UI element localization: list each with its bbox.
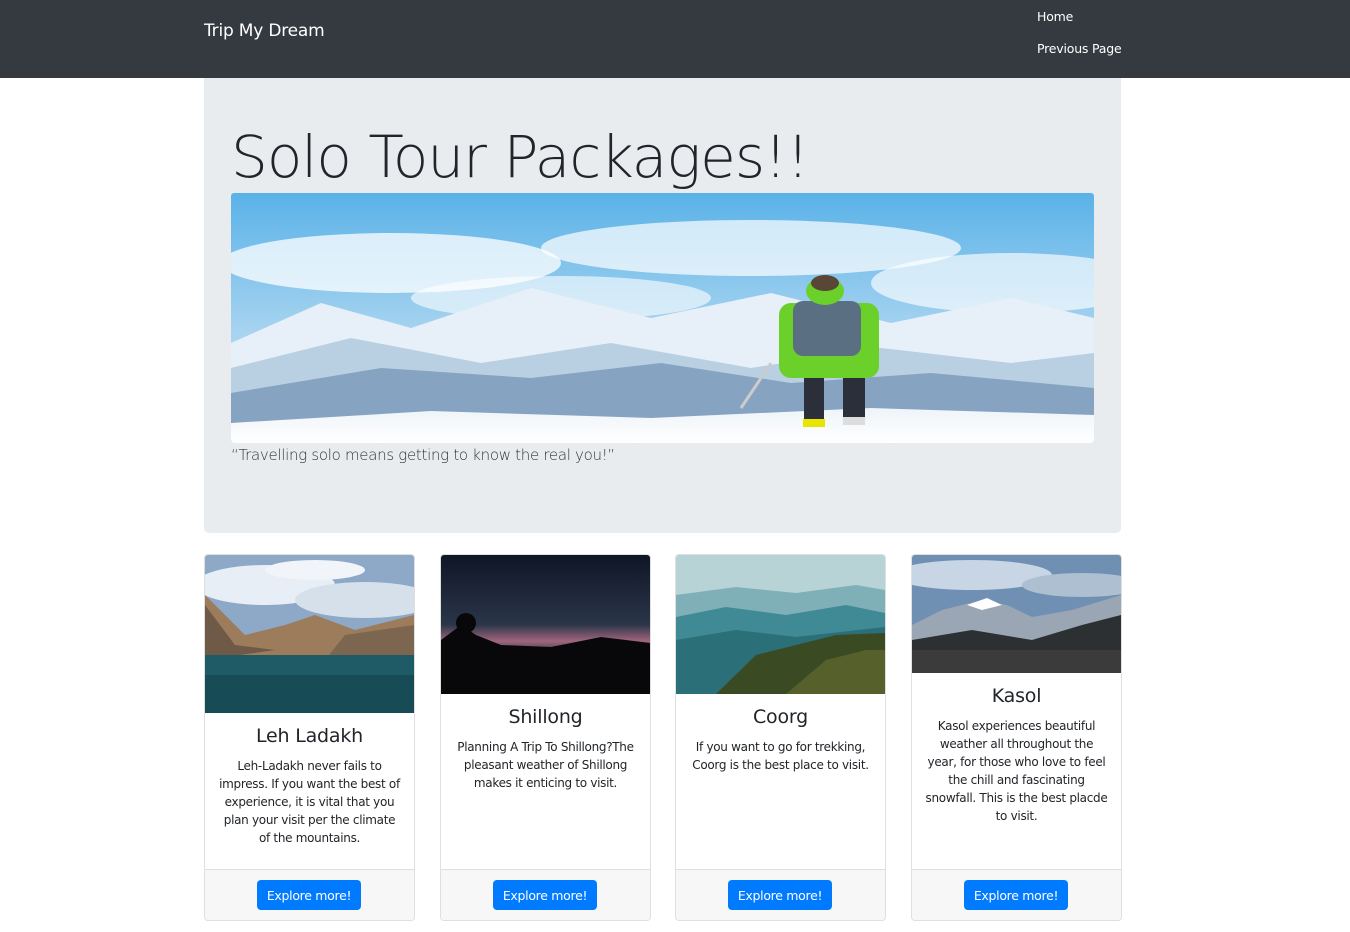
card-coorg: Coorg If you want to go for trekking, Co… [675,554,886,921]
explore-button-kasol[interactable]: Explore more! [964,880,1068,910]
nav-link-home[interactable]: Home [1037,8,1121,40]
card-body: Coorg If you want to go for trekking, Co… [676,694,885,774]
explore-button-leh-ladakh[interactable]: Explore more! [257,880,361,910]
card-footer: Explore more! [441,869,650,920]
card-shillong: Shillong Planning A Trip To Shillong?The… [440,554,651,921]
card-image-kasol [912,555,1121,673]
card-image-leh-ladakh [205,555,414,713]
card-body: Leh Ladakh Leh-Ladakh never fails to imp… [205,713,414,847]
jumbotron: Solo Tour Packages!! “Travelling solo me… [204,78,1121,533]
hero-quote: “Travelling solo means getting to know t… [231,446,615,464]
navbar-brand[interactable]: Trip My Dream [204,21,325,41]
card-body: Kasol Kasol experiences beautiful weathe… [912,673,1121,825]
navbar: Trip My Dream Home Previous Page [0,0,1350,78]
card-title: Coorg [752,706,809,728]
card-title: Kasol [991,685,1042,707]
card-footer: Explore more! [205,869,414,920]
nav-link-previous-page[interactable]: Previous Page [1037,40,1122,72]
card-image-shillong [441,555,650,694]
card-text: Kasol experiences beautiful weather all … [925,719,1108,823]
card-footer: Explore more! [676,869,885,920]
hero-image [231,193,1094,443]
nav-links: Home Previous Page [1037,8,1122,72]
card-title: Shillong [508,706,583,728]
card-leh-ladakh: Leh Ladakh Leh-Ladakh never fails to imp… [204,554,415,921]
explore-button-coorg[interactable]: Explore more! [728,880,832,910]
card-title: Leh Ladakh [256,725,363,747]
card-image-coorg [676,555,885,694]
card-kasol: Kasol Kasol experiences beautiful weathe… [911,554,1122,921]
page-title: Solo Tour Packages!! [231,123,810,191]
explore-button-shillong[interactable]: Explore more! [493,880,597,910]
card-footer: Explore more! [912,869,1121,920]
card-text: Leh-Ladakh never fails to impress. If yo… [219,759,400,845]
card-text: If you want to go for trekking, Coorg is… [692,740,869,772]
card-text: Planning A Trip To Shillong?The pleasant… [457,740,634,790]
card-body: Shillong Planning A Trip To Shillong?The… [441,694,650,792]
